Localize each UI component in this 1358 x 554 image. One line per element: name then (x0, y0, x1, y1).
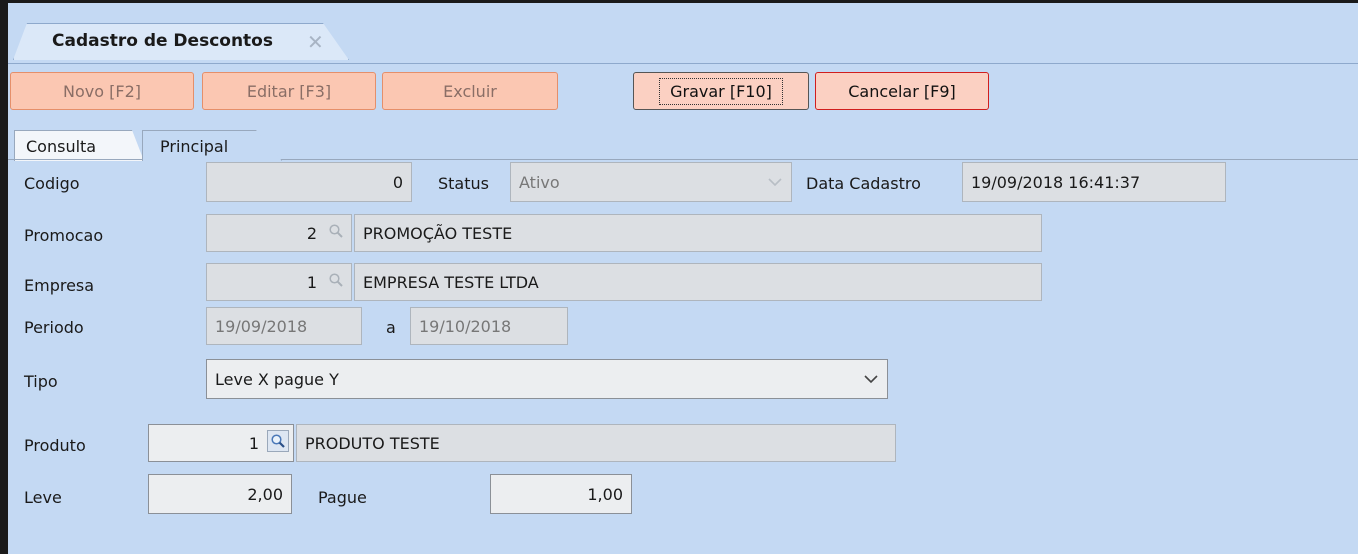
produto-code: 1 (248, 433, 259, 453)
status-select[interactable]: Ativo (510, 162, 792, 202)
tipo-label: Tipo (24, 372, 58, 391)
periodo-end-field[interactable]: 19/10/2018 (410, 307, 568, 345)
data-cadastro-label: Data Cadastro (806, 174, 921, 193)
promocao-code: 2 (306, 223, 317, 243)
periodo-label: Periodo (24, 318, 84, 337)
close-icon[interactable]: ✕ (307, 30, 324, 54)
gravar-button-label: Gravar [F10] (659, 77, 783, 105)
chevron-down-icon[interactable] (759, 163, 791, 201)
magnifier-icon[interactable] (325, 269, 347, 291)
tab-principal[interactable]: Principal (142, 130, 282, 161)
tipo-value: Leve X pague Y (215, 369, 339, 389)
pague-value: 1,00 (587, 484, 623, 504)
empresa-description-field[interactable]: EMPRESA TESTE LTDA (354, 263, 1042, 301)
empresa-description: EMPRESA TESTE LTDA (363, 272, 539, 292)
periodo-end: 19/10/2018 (419, 316, 512, 336)
tab-consulta[interactable]: Consulta (14, 130, 144, 161)
leve-value: 2,00 (247, 484, 283, 504)
promocao-label: Promocao (24, 226, 104, 245)
editar-button[interactable]: Editar [F3] (202, 72, 376, 110)
produto-description: PRODUTO TESTE (305, 433, 440, 453)
codigo-field[interactable]: 0 (206, 162, 412, 202)
magnifier-icon[interactable] (267, 430, 289, 452)
produto-label: Produto (24, 436, 86, 455)
status-label: Status (438, 174, 489, 193)
tab-consulta-label: Consulta (26, 136, 97, 156)
document-tab-title: Cadastro de Descontos (52, 31, 273, 51)
tab-principal-label: Principal (160, 136, 229, 156)
magnifier-icon[interactable] (325, 220, 347, 242)
excluir-button[interactable]: Excluir (382, 72, 558, 110)
empresa-code-field[interactable]: 1 (206, 263, 352, 301)
leve-field[interactable]: 2,00 (148, 474, 292, 514)
codigo-label: Codigo (24, 174, 80, 193)
pague-label: Pague (318, 488, 367, 507)
codigo-value: 0 (392, 172, 403, 192)
data-cadastro-value: 19/09/2018 16:41:37 (971, 172, 1141, 192)
divider (8, 63, 1358, 64)
periodo-separator: a (386, 318, 396, 337)
periodo-start: 19/09/2018 (215, 316, 308, 336)
pague-field[interactable]: 1,00 (490, 474, 632, 514)
promocao-description-field[interactable]: PROMOÇÃO TESTE (354, 214, 1042, 252)
produto-description-field[interactable]: PRODUTO TESTE (296, 424, 896, 462)
gravar-button[interactable]: Gravar [F10] (633, 72, 809, 110)
promocao-code-field[interactable]: 2 (206, 214, 352, 252)
promocao-description: PROMOÇÃO TESTE (363, 223, 513, 243)
empresa-label: Empresa (24, 276, 95, 295)
periodo-start-field[interactable]: 19/09/2018 (206, 307, 362, 345)
status-value: Ativo (519, 172, 560, 192)
chevron-down-icon[interactable] (855, 360, 887, 398)
leve-label: Leve (24, 488, 62, 507)
cancelar-button[interactable]: Cancelar [F9] (815, 72, 989, 110)
novo-button[interactable]: Novo [F2] (10, 72, 194, 110)
produto-code-field[interactable]: 1 (148, 424, 294, 462)
subtab-bar: Consulta Principal (8, 118, 1358, 161)
empresa-code: 1 (306, 272, 317, 292)
data-cadastro-field[interactable]: 19/09/2018 16:41:37 (962, 162, 1226, 202)
tipo-select[interactable]: Leve X pague Y (206, 359, 888, 399)
